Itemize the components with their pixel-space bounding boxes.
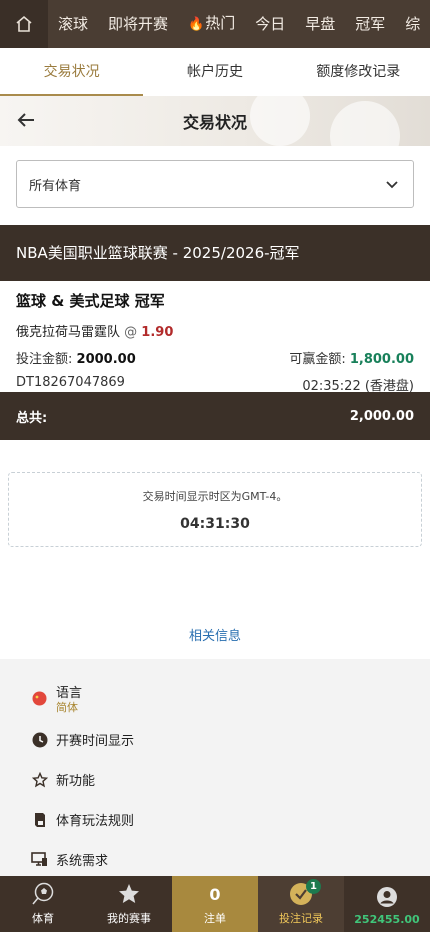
user-avatar-icon xyxy=(376,884,398,910)
nav-hot[interactable]: 🔥热门 xyxy=(178,0,245,48)
language-label: 语言 xyxy=(56,686,83,701)
league-title: NBA美国职业篮球联赛 - 2025/2026-冠军 xyxy=(0,225,430,281)
star-outline-icon xyxy=(31,771,48,788)
bet-slip-count: 0 xyxy=(209,885,221,904)
top-nav: 滚球 即将开赛 🔥热门 今日 早盘 冠军 综 xyxy=(0,0,430,48)
nav-early[interactable]: 早盘 xyxy=(295,0,345,48)
bottom-tab-bar: 体育 我的赛事 0 注单 1 投注记录 252455.00 xyxy=(0,876,430,932)
chevron-down-icon xyxy=(386,181,398,189)
system-req-label: 系统需求 xyxy=(56,854,109,869)
selection-team: 俄克拉荷马雷霆队 xyxy=(16,325,121,340)
stake-value: 2000.00 xyxy=(76,352,136,367)
bottom-tab-my-events[interactable]: 我的赛事 xyxy=(86,876,172,932)
menu-new-features[interactable]: 新功能 xyxy=(31,770,95,789)
china-flag-icon xyxy=(31,690,48,707)
decor-ball xyxy=(250,96,310,146)
menu-language[interactable]: 语言 简体 xyxy=(31,682,82,715)
nav-outright[interactable]: 冠军 xyxy=(345,0,395,48)
bottom-tab-bet-record[interactable]: 1 投注记录 xyxy=(258,876,344,932)
bet-market: 篮球 & 美式足球 冠军 xyxy=(16,292,165,310)
win-value: 1,800.00 xyxy=(349,352,414,367)
bottom-tab-my-events-label: 我的赛事 xyxy=(107,912,151,925)
menu-sport-rules[interactable]: 体育玩法规则 xyxy=(31,810,134,829)
home-icon xyxy=(16,15,32,32)
nav-upcoming[interactable]: 即将开赛 xyxy=(98,0,178,48)
win-label: 可赢金额: xyxy=(289,352,346,367)
back-arrow-icon[interactable] xyxy=(14,108,38,132)
total-bar: 总共: 2,000.00 xyxy=(0,392,430,440)
fire-icon: 🔥 xyxy=(188,17,205,32)
current-time: 04:31:30 xyxy=(180,516,250,532)
monitor-icon xyxy=(31,851,48,868)
new-features-label: 新功能 xyxy=(56,774,96,789)
bottom-tab-sports[interactable]: 体育 xyxy=(0,876,86,932)
menu-system-requirements[interactable]: 系统需求 xyxy=(31,850,108,869)
timezone-box: 交易时间显示时区为GMT-4。 04:31:30 xyxy=(8,472,422,547)
bet-record-badge: 1 xyxy=(306,879,321,894)
account-tabs: 交易状况 帐户历史 额度修改记录 xyxy=(0,48,430,96)
kickoff-time-label: 开赛时间显示 xyxy=(56,734,135,749)
sport-filter-select[interactable]: 所有体育 xyxy=(16,160,414,208)
total-label: 总共: xyxy=(16,410,48,426)
home-button[interactable] xyxy=(0,0,48,48)
timezone-note: 交易时间显示时区为GMT-4。 xyxy=(142,490,288,503)
language-value: 简体 xyxy=(56,701,78,714)
bet-card: 篮球 & 美式足球 冠军 俄克拉荷马雷霆队 @ 1.90 投注金额: 2000.… xyxy=(0,281,430,394)
star-icon xyxy=(117,881,141,907)
bottom-tab-sports-label: 体育 xyxy=(32,912,54,925)
stake-label: 投注金额: xyxy=(16,352,73,367)
nav-today[interactable]: 今日 xyxy=(245,0,295,48)
bottom-tab-account[interactable]: 252455.00 xyxy=(344,876,430,932)
nav-combo[interactable]: 综 xyxy=(395,0,430,48)
tab-bet-status[interactable]: 交易状况 xyxy=(0,48,144,96)
rules-book-icon xyxy=(31,811,48,828)
tab-limit-history[interactable]: 额度修改记录 xyxy=(287,48,430,96)
bottom-tab-bet-slip-label: 注单 xyxy=(204,912,226,925)
sport-rules-label: 体育玩法规则 xyxy=(56,814,135,829)
nav-hot-label: 热门 xyxy=(205,14,236,32)
footer-menu: 语言 简体 开赛时间显示 新功能 体育玩法规则 系统需求 xyxy=(0,659,430,876)
clock-icon xyxy=(31,731,48,748)
stake-row: 投注金额: 2000.00 可赢金额: 1,800.00 xyxy=(16,348,414,367)
tab-account-history[interactable]: 帐户历史 xyxy=(143,48,286,96)
related-info-link[interactable]: 相关信息 xyxy=(0,625,430,644)
total-value: 2,000.00 xyxy=(349,408,414,424)
bet-selection: 俄克拉荷马雷霆队 @ 1.90 xyxy=(16,321,414,340)
menu-kickoff-time[interactable]: 开赛时间显示 xyxy=(31,730,134,749)
page-header: 交易状况 xyxy=(0,96,430,146)
account-balance: 252455.00 xyxy=(354,913,420,926)
at-sign: @ xyxy=(124,325,138,340)
bottom-tab-bet-slip[interactable]: 0 注单 xyxy=(172,876,258,932)
decor-ball xyxy=(330,101,400,146)
nav-live[interactable]: 滚球 xyxy=(48,0,98,48)
bottom-tab-bet-record-label: 投注记录 xyxy=(279,912,323,925)
bet-odds: 1.90 xyxy=(141,325,174,340)
soccer-ball-icon xyxy=(31,881,55,907)
sport-filter-value: 所有体育 xyxy=(29,178,82,194)
